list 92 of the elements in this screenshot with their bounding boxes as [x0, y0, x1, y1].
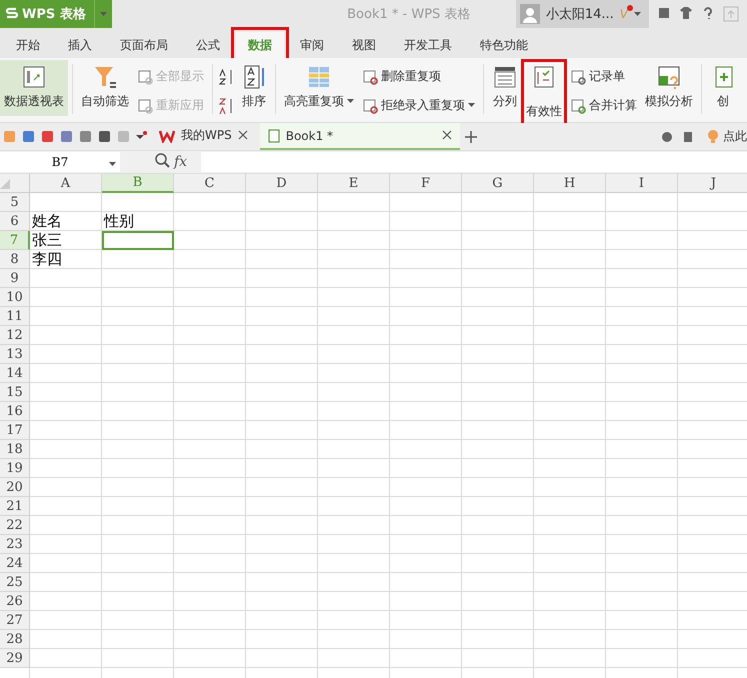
vip-label: V [620, 7, 628, 21]
row-header[interactable]: 23 [0, 535, 30, 554]
ribbon-button[interactable]: 数据透视表 [0, 60, 68, 116]
row-header[interactable]: 21 [0, 497, 30, 516]
plus-icon [464, 130, 478, 144]
caret-icon [109, 162, 116, 167]
collapse-icon [722, 6, 739, 22]
row-header[interactable]: 12 [0, 326, 30, 345]
column-header[interactable]: H [534, 174, 606, 193]
row-header[interactable]: 24 [0, 554, 30, 573]
ribbon-tab[interactable]: 开始 [4, 32, 52, 58]
color-table-icon [306, 64, 332, 90]
wps-logo-icon [159, 128, 175, 142]
ribbon-small-button[interactable]: 合并计算 [568, 95, 639, 116]
row-header[interactable]: 6 [0, 212, 30, 231]
row-header[interactable]: 20 [0, 478, 30, 497]
column-header[interactable]: D [246, 174, 318, 193]
column-header[interactable]: A [30, 174, 102, 193]
ribbon-button[interactable]: 排序 [237, 60, 271, 116]
row-header[interactable]: 18 [0, 440, 30, 459]
column-header[interactable]: C [174, 174, 246, 193]
row-header[interactable]: 10 [0, 288, 30, 307]
row-header[interactable]: 28 [0, 630, 30, 649]
ribbon-tab[interactable]: 特色功能 [468, 32, 540, 58]
table-cell[interactable]: 张三 [30, 231, 102, 250]
table-question-icon [656, 64, 682, 90]
window-title: Book1 * - WPS 表格 [346, 6, 470, 23]
table-cell[interactable]: 李四 [30, 250, 102, 269]
table-cell[interactable]: 姓名 [30, 212, 102, 231]
tip-link[interactable]: 点此 [723, 128, 747, 145]
row-header[interactable]: 29 [0, 649, 30, 668]
ribbon-tab[interactable]: 插入 [56, 32, 104, 58]
ribbon-tab[interactable]: 审阅 [288, 32, 336, 58]
close-icon [442, 130, 452, 140]
column-header[interactable]: J [678, 174, 747, 193]
ribbon-button[interactable]: 高亮重复项 [280, 60, 358, 116]
funnel-icon [92, 64, 118, 90]
sheet-icon [268, 128, 280, 142]
row-header[interactable]: 16 [0, 402, 30, 421]
zoom-icon [154, 152, 170, 168]
close-icon [238, 130, 248, 140]
formula-field[interactable] [201, 152, 747, 172]
row-header[interactable]: 5 [0, 193, 30, 212]
row-header[interactable]: 17 [0, 421, 30, 440]
ribbon-button[interactable]: 分列 [488, 60, 522, 116]
ribbon-button[interactable]: 自动筛选 [77, 60, 133, 116]
row-header[interactable]: 26 [0, 592, 30, 611]
app-menu-caret[interactable] [94, 0, 112, 28]
column-header[interactable]: B [102, 174, 174, 193]
row-header[interactable]: 19 [0, 459, 30, 478]
ribbon-small-button[interactable]: 删除重复项 [360, 66, 477, 87]
ribbon-tab[interactable]: 页面布局 [108, 32, 180, 58]
row-header[interactable]: 9 [0, 269, 30, 288]
ribbon-button[interactable]: 有效性 [522, 60, 566, 126]
row-header[interactable]: 7 [0, 231, 30, 250]
row-header[interactable]: 13 [0, 345, 30, 364]
ribbon-tab[interactable]: 开发工具 [392, 32, 464, 58]
ribbon-small-button[interactable]: 拒绝录入重复项 [360, 95, 477, 116]
shirt-icon [678, 6, 693, 20]
column-header[interactable]: E [318, 174, 390, 193]
column-header[interactable]: G [462, 174, 534, 193]
row-header[interactable]: 22 [0, 516, 30, 535]
lightbulb-icon [707, 130, 719, 144]
caret-icon [468, 103, 475, 108]
row-header[interactable]: 15 [0, 383, 30, 402]
column-header[interactable]: I [606, 174, 678, 193]
document-tab[interactable]: 我的WPS [151, 123, 256, 150]
caret-icon [100, 12, 107, 17]
name-box[interactable]: B7 [0, 152, 120, 172]
ribbon-small-button[interactable]: 记录单 [568, 66, 639, 87]
row-header[interactable]: 11 [0, 307, 30, 326]
document-tab[interactable]: Book1 * [260, 123, 460, 150]
active-cell[interactable] [102, 231, 174, 250]
column-split-icon [492, 64, 518, 90]
row-header[interactable]: 14 [0, 364, 30, 383]
function-label[interactable]: fx [174, 154, 188, 170]
caret-icon [347, 99, 354, 104]
ribbon-tab[interactable]: 视图 [340, 32, 388, 58]
table-cell[interactable]: 性别 [102, 212, 174, 231]
user-name[interactable]: 小太阳14... [546, 5, 614, 23]
ribbon-button[interactable]: 模拟分析 [641, 60, 697, 116]
row-header[interactable]: 27 [0, 611, 30, 630]
notification-dot [626, 5, 633, 11]
column-header[interactable]: F [390, 174, 462, 193]
row-header[interactable]: 8 [0, 250, 30, 269]
corner-triangle-icon [0, 179, 10, 189]
caret-icon [634, 12, 641, 16]
ribbon-tab[interactable]: 公式 [184, 32, 232, 58]
avatar-icon [520, 4, 540, 24]
ribbon-button[interactable]: 创 [706, 60, 740, 116]
pivot-table-icon [21, 64, 47, 90]
row-header[interactable]: 25 [0, 573, 30, 592]
